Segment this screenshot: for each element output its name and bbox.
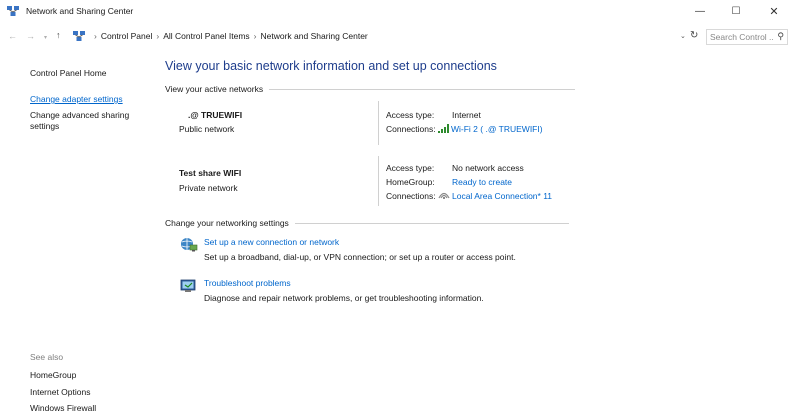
access-type-label: Access type: xyxy=(386,110,435,120)
breadcrumb-all-items[interactable]: All Control Panel Items xyxy=(163,31,249,41)
homegroup-label: HomeGroup: xyxy=(386,177,435,187)
see-also-homegroup[interactable]: HomeGroup xyxy=(30,370,76,380)
wifi-connection-link[interactable]: Wi-Fi 2 ( .@ TRUEWIFI) xyxy=(438,124,543,134)
chevron-down-icon[interactable]: ⌄ xyxy=(680,32,686,40)
refresh-icon[interactable]: ↻ xyxy=(690,30,698,41)
setup-connection-description: Set up a broadband, dial-up, or VPN conn… xyxy=(204,252,516,262)
title-bar: Network and Sharing Center — ☐ ✕ xyxy=(0,0,792,24)
see-also-heading: See also xyxy=(30,352,64,362)
network-center-icon xyxy=(73,31,85,41)
wifi-connection-label[interactable]: Wi-Fi 2 ( .@ TRUEWIFI) xyxy=(451,124,543,134)
page-title: View your basic network information and … xyxy=(165,59,497,73)
network-name: Test share WIFI xyxy=(179,168,242,178)
see-also-internet-options[interactable]: Internet Options xyxy=(30,387,90,397)
network-center-icon xyxy=(7,6,19,16)
breadcrumb-network-center[interactable]: Network and Sharing Center xyxy=(261,31,368,41)
sidebar: Control Panel Home Change adapter settin… xyxy=(0,52,152,412)
change-settings-header: Change your networking settings xyxy=(165,218,569,228)
divider xyxy=(378,156,379,206)
search-icon[interactable]: ⚲ xyxy=(777,31,784,42)
search-box[interactable]: ⚲ xyxy=(706,29,788,45)
breadcrumb-separator: › xyxy=(94,31,97,41)
network-name: .@ TRUEWIFI xyxy=(188,110,243,120)
ethernet-connection-icon xyxy=(438,192,450,199)
connections-label: Connections: xyxy=(386,191,436,201)
address-bar[interactable]: › Control Panel › All Control Panel Items › N… xyxy=(70,29,702,45)
access-type-value: Internet xyxy=(452,110,481,120)
see-also-windows-firewall[interactable]: Windows Firewall xyxy=(30,403,96,412)
forward-button[interactable]: → xyxy=(26,31,35,41)
connections-label: Connections: xyxy=(386,124,436,134)
close-button[interactable]: ✕ xyxy=(756,0,792,24)
troubleshoot-description: Diagnose and repair network problems, or… xyxy=(204,293,484,303)
divider xyxy=(378,101,379,145)
maximize-button[interactable]: ☐ xyxy=(718,0,754,24)
network-type-link[interactable]: Public network xyxy=(179,124,234,134)
window-title: Network and Sharing Center xyxy=(26,6,134,16)
breadcrumb: › Control Panel › All Control Panel Items › N… xyxy=(90,31,368,41)
sidebar-item-control-panel-home[interactable]: Control Panel Home xyxy=(30,68,107,78)
minimize-button[interactable]: — xyxy=(682,0,718,24)
access-type-label: Access type: xyxy=(386,163,435,173)
recent-locations-button[interactable]: ▾ xyxy=(44,34,47,41)
setup-connection-link[interactable]: Set up a new connection or network xyxy=(204,237,339,247)
navigation-bar: ← → ▾ ↑ › Control Panel › All Control Panel… xyxy=(0,26,792,48)
breadcrumb-separator[interactable]: › xyxy=(152,31,163,41)
lan-connection-link[interactable]: Local Area Connection* 11 xyxy=(438,191,552,201)
breadcrumb-control-panel[interactable]: Control Panel xyxy=(101,31,153,41)
back-button[interactable]: ← xyxy=(8,31,17,41)
wifi-signal-icon xyxy=(438,124,449,133)
access-type-value: No network access xyxy=(452,163,524,173)
up-button[interactable]: ↑ xyxy=(56,30,61,40)
troubleshoot-link[interactable]: Troubleshoot problems xyxy=(204,278,291,288)
network-type-link[interactable]: Private network xyxy=(179,183,238,193)
breadcrumb-separator[interactable]: › xyxy=(250,31,261,41)
network-setup-icon xyxy=(181,238,198,252)
homegroup-ready-link[interactable]: Ready to create xyxy=(452,177,512,187)
sidebar-item-advanced-sharing[interactable]: Change advanced sharing settings xyxy=(30,110,145,132)
active-networks-header: View your active networks xyxy=(165,84,576,94)
search-input[interactable] xyxy=(710,31,774,43)
divider xyxy=(269,88,576,90)
sidebar-item-change-adapter[interactable]: Change adapter settings xyxy=(30,94,123,104)
troubleshoot-icon xyxy=(180,279,196,292)
divider xyxy=(294,222,569,224)
active-networks-label: View your active networks xyxy=(165,84,264,94)
change-settings-label: Change your networking settings xyxy=(165,218,289,228)
lan-connection-label[interactable]: Local Area Connection* 11 xyxy=(452,191,552,201)
